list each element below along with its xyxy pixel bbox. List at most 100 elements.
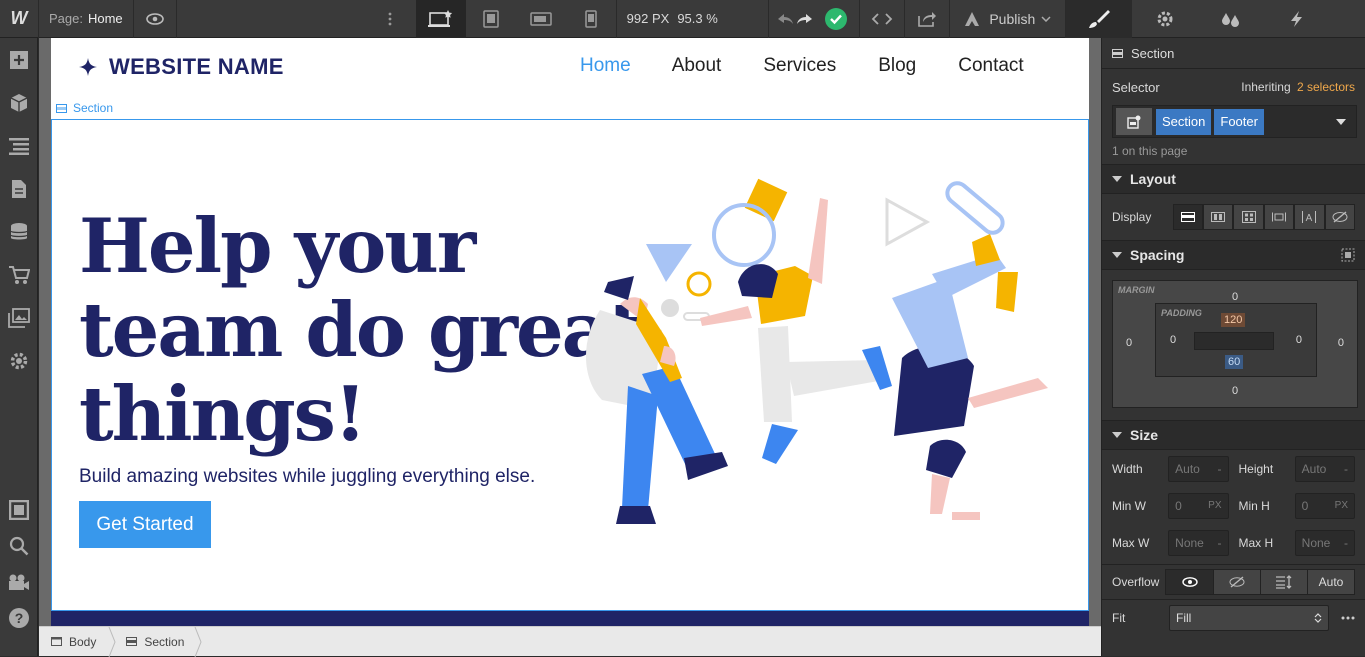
selector-field[interactable]: Section Footer [1112, 105, 1357, 138]
headline-line-3: things! [79, 370, 367, 458]
overflow-hidden-icon[interactable] [1213, 570, 1260, 594]
canvas-width: 992 PX [626, 11, 670, 26]
dancing-people-illustration [585, 178, 1048, 524]
class-pill-section[interactable]: Section [1156, 108, 1212, 135]
display-grid-icon[interactable] [1233, 204, 1264, 230]
symbols-cube-icon[interactable] [0, 81, 38, 124]
padding-right-value[interactable]: 0 [1296, 334, 1302, 346]
logo-text: W [10, 8, 28, 28]
add-panel-plus-icon[interactable] [0, 38, 38, 81]
section-icon [56, 103, 67, 113]
layout-section-header[interactable]: Layout [1102, 164, 1365, 194]
display-inline-block-icon[interactable] [1263, 204, 1295, 230]
brand-link[interactable]: WEBSITE NAME [79, 54, 284, 80]
undo-redo[interactable] [769, 0, 821, 38]
margin-left-value[interactable]: 0 [1126, 337, 1132, 349]
min-width-input[interactable]: 0 PX [1168, 492, 1229, 519]
nav-services[interactable]: Services [763, 55, 836, 77]
max-width-label: Max W [1112, 535, 1150, 550]
select-arrows-icon [1314, 613, 1322, 623]
pages-icon[interactable] [0, 167, 38, 210]
max-height-value: None [1301, 535, 1331, 550]
navigator-icon[interactable] [0, 124, 38, 167]
margin-bottom-value[interactable]: 0 [1113, 385, 1357, 397]
overflow-auto-button[interactable]: Auto [1307, 570, 1354, 594]
height-input[interactable]: Auto - [1294, 455, 1355, 482]
display-row: Display A [1102, 194, 1365, 240]
main-nav: Home About Services Blog Contact [580, 55, 1024, 77]
spacing-section-header[interactable]: Spacing [1102, 240, 1365, 270]
mobile-breakpoint-icon[interactable] [566, 0, 616, 38]
max-height-input[interactable]: None - [1294, 529, 1355, 556]
display-flex-icon[interactable] [1203, 204, 1234, 230]
class-pill-footer[interactable]: Footer [1214, 108, 1264, 135]
landscape-breakpoint-icon[interactable] [516, 0, 566, 38]
box-model-editor: MARGIN 0 0 0 0 PADDING 120 60 0 0 [1102, 270, 1365, 408]
display-inline-icon[interactable]: A [1294, 204, 1325, 230]
spacing-expand-icon[interactable] [1341, 248, 1355, 262]
padding-left-value[interactable]: 0 [1170, 334, 1176, 346]
more-options-icon[interactable] [382, 0, 398, 38]
padding-top-value[interactable]: 120 [1221, 313, 1246, 327]
page-selector[interactable]: Page: Home [39, 0, 133, 38]
nav-blog[interactable]: Blog [878, 55, 916, 77]
more-horizontal-icon[interactable] [1341, 616, 1355, 620]
breadcrumb-section[interactable]: Section [116, 635, 194, 649]
fit-select[interactable]: Fill [1169, 605, 1329, 631]
get-started-button[interactable]: Get Started [79, 501, 211, 548]
chevron-down-icon[interactable] [1335, 118, 1347, 126]
fit-row: Fit Fill [1102, 600, 1365, 636]
designer-canvas: WEBSITE NAME Home About Services Blog Co… [39, 38, 1101, 626]
min-height-input[interactable]: 0 PX [1294, 492, 1355, 519]
display-block-icon[interactable] [1172, 204, 1204, 230]
display-none-icon[interactable] [1324, 204, 1356, 230]
inheriting-info[interactable]: Inheriting 2 selectors [1241, 80, 1355, 94]
publish-label: Publish [989, 10, 1036, 27]
size-row-2: Min W 0 PX Min H 0 PX [1102, 487, 1365, 524]
interactions-bolt-icon[interactable] [1264, 0, 1330, 38]
help-question-icon[interactable]: ? [0, 600, 38, 636]
selector-state-icon[interactable] [1116, 108, 1152, 135]
overflow-scroll-icon[interactable] [1260, 570, 1307, 594]
video-tutorials-icon[interactable] [0, 564, 38, 600]
caret-down-icon [1112, 176, 1122, 182]
style-tab-brush-icon[interactable] [1065, 0, 1132, 38]
hero-headline: Help your team do great things! [79, 204, 643, 458]
nav-home[interactable]: Home [580, 55, 631, 77]
margin-right-value[interactable]: 0 [1338, 337, 1344, 349]
padding-label: PADDING [1161, 308, 1202, 318]
nav-about[interactable]: About [672, 55, 722, 77]
on-page-count: 1 on this page [1102, 138, 1365, 164]
desktop-breakpoint-icon[interactable] [415, 0, 466, 38]
on-page-text: 1 on this page [1112, 144, 1188, 158]
margin-top-value[interactable]: 0 [1113, 291, 1357, 303]
breadcrumb-section-label: Section [144, 634, 185, 649]
padding-bottom-value[interactable]: 60 [1225, 355, 1244, 369]
cms-database-icon[interactable] [0, 210, 38, 253]
assets-images-icon[interactable] [0, 296, 38, 339]
share-icon[interactable] [905, 0, 949, 38]
size-title: Size [1130, 427, 1159, 443]
webflow-logo[interactable]: W [0, 0, 38, 38]
xray-square-icon[interactable] [0, 492, 38, 528]
settings-gear-icon[interactable] [1132, 0, 1198, 38]
overflow-visible-eye-icon[interactable] [1166, 570, 1213, 594]
width-input[interactable]: Auto - [1168, 455, 1229, 482]
size-section-header[interactable]: Size [1102, 420, 1365, 450]
get-started-label: Get Started [96, 513, 194, 535]
code-export-icon[interactable] [860, 0, 904, 38]
element-header: Section [1102, 38, 1365, 68]
nav-contact[interactable]: Contact [958, 55, 1023, 77]
preview-eye-icon[interactable] [134, 0, 176, 38]
max-width-input[interactable]: None - [1168, 529, 1229, 556]
settings-gear-icon[interactable] [0, 339, 38, 382]
breadcrumb-body[interactable]: Body [39, 635, 108, 649]
hero-section[interactable]: Help your team do great things! Build am… [51, 119, 1089, 611]
style-manager-drops-icon[interactable] [1198, 0, 1264, 38]
ecommerce-cart-icon[interactable] [0, 253, 38, 296]
selected-element-tag: Section [56, 101, 113, 115]
search-icon[interactable] [0, 528, 38, 564]
publish-button[interactable]: Publish [950, 0, 1065, 38]
body-icon [51, 637, 62, 646]
tablet-breakpoint-icon[interactable] [466, 0, 516, 38]
